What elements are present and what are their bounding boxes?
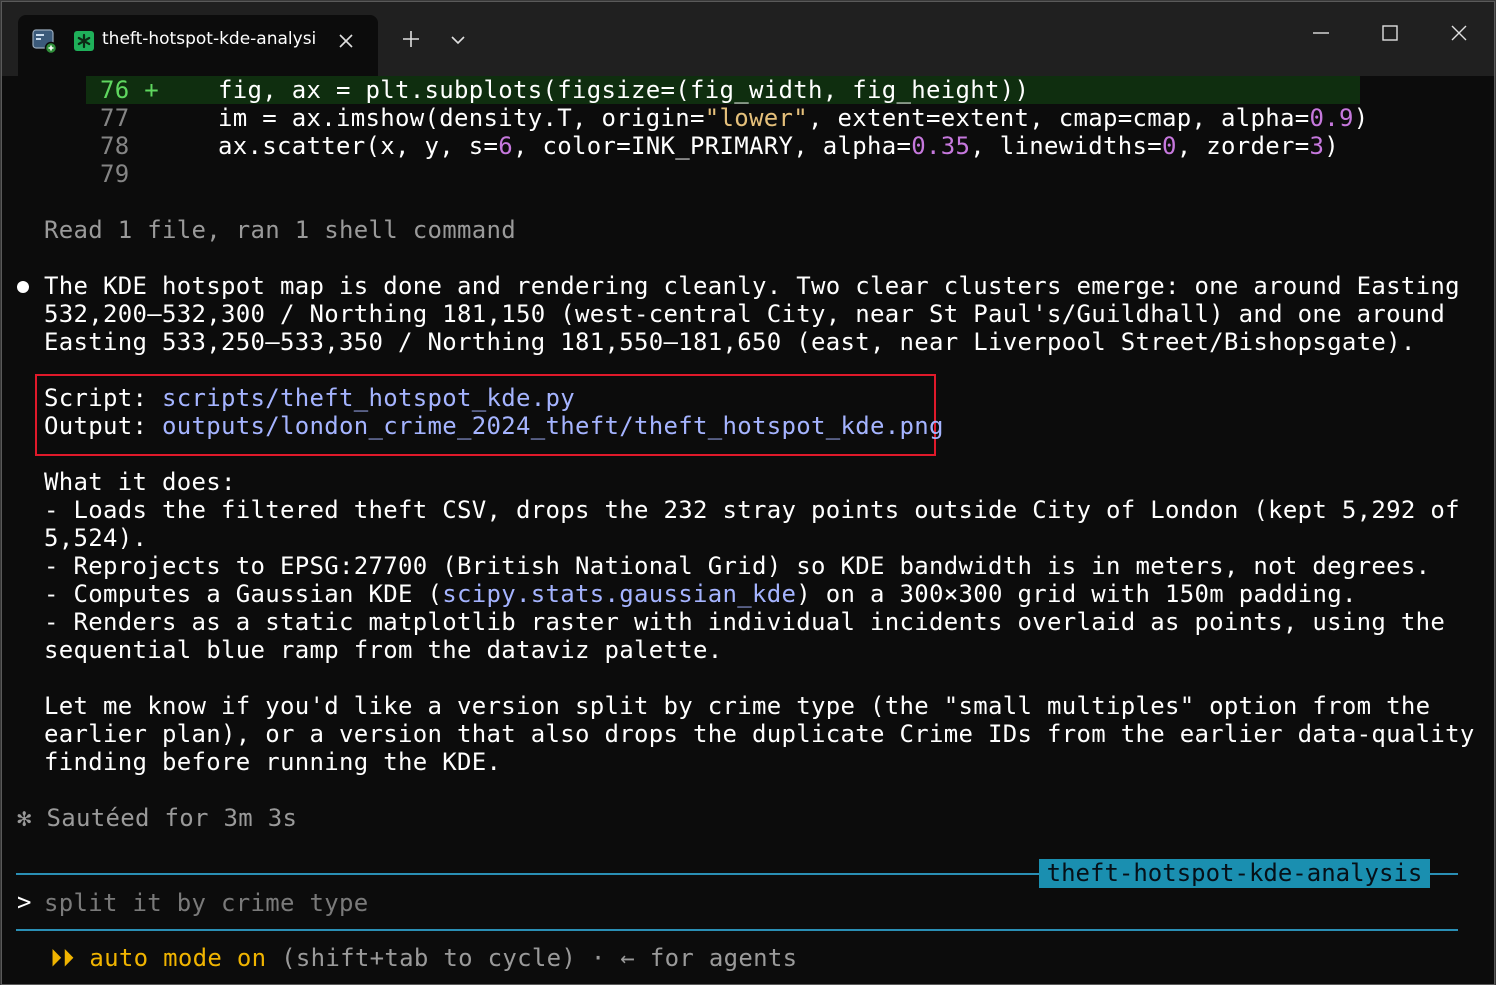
status-text: Sautéed for 3m 3s (46, 804, 298, 832)
terminal-window: theft-hotspot-kde-analysi 76 + fig, ax =… (1, 1, 1495, 985)
mode-hint: (shift+tab to cycle) (281, 944, 577, 972)
divider (1430, 873, 1458, 875)
message-bullet-icon (17, 281, 29, 293)
terminal-app-icon (32, 29, 58, 54)
closing-line: Let me know if you'd like a version spli… (44, 692, 1431, 720)
output-line: Output: outputs/london_crime_2024_theft/… (44, 412, 944, 440)
diff-marker (130, 160, 160, 188)
status-line: ✻ Sautéed for 3m 3s (17, 804, 297, 832)
code-token: 6 (498, 132, 513, 160)
maximize-icon[interactable] (1379, 22, 1401, 44)
code-token: , color=INK_PRIMARY, alpha= (512, 132, 912, 160)
script-label: Script (44, 384, 133, 412)
code-token: , zorder= (1176, 132, 1310, 160)
point-line: 5,524). (44, 524, 148, 552)
point-line: - Computes a Gaussian KDE (scipy.stats.g… (44, 580, 1357, 608)
line-number: 79 (100, 160, 130, 188)
tab-title: theft-hotspot-kde-analysi (102, 29, 317, 49)
asterisk-icon (74, 31, 94, 51)
point-line: - Loads the filtered theft CSV, drops th… (44, 496, 1460, 524)
terminal-tab[interactable]: theft-hotspot-kde-analysi (18, 15, 378, 76)
close-tab-icon[interactable] (336, 31, 356, 51)
inline-code: scipy.stats.gaussian_kde (442, 580, 797, 608)
code-token: 0 (1161, 132, 1177, 160)
diff-line: 77 im = ax.imshow(density.T, origin="low… (100, 104, 1368, 132)
chevron-down-icon[interactable] (446, 28, 470, 52)
code-token: 3 (1309, 132, 1325, 160)
diff-marker: + (129, 76, 159, 104)
point-line: sequential blue ramp from the dataviz pa… (44, 636, 723, 664)
terminal-content: 76 + fig, ax = plt.subplots(figsize=(fig… (2, 76, 1494, 984)
prompt-symbol: > (17, 888, 32, 916)
point-text: - Computes a Gaussian KDE ( (44, 580, 443, 608)
diff-line: 76 + fig, ax = plt.subplots(figsize=(fig… (100, 76, 1029, 104)
message-line: The KDE hotspot map is done and renderin… (44, 272, 1460, 300)
code-token: im = ax.imshow(density.T, origin= (159, 104, 705, 132)
point-text: ) on a 300×300 grid with 150m padding. (796, 580, 1357, 608)
code-token: ) (1324, 132, 1339, 160)
code-token: , extent=extent, cmap=cmap, alpha= (807, 104, 1310, 132)
new-tab-plus-icon[interactable] (399, 27, 423, 51)
code-token: 0.35 (911, 132, 971, 160)
code-token: ax.scatter(x, y, s= (159, 132, 499, 160)
auto-mode-label: auto mode on (89, 944, 267, 972)
point-line: - Renders as a static matplotlib raster … (44, 608, 1446, 636)
footer-separator: · (590, 944, 606, 972)
code-token: ) (1353, 104, 1369, 132)
code-token: fig, ax = plt.subplots(figsize=(fig_widt… (159, 76, 1030, 104)
line-number: 76 (100, 76, 130, 104)
sparkle-icon: ✻ (17, 804, 32, 832)
closing-line: finding before running the KDE. (44, 748, 502, 776)
code-token: "lower" (704, 104, 808, 132)
point-line: - Reprojects to EPSG:27700 (British Nati… (44, 552, 1431, 580)
divider (16, 929, 1458, 931)
script-line: Script: scripts/theft_hotspot_kde.py (44, 384, 575, 412)
tool-summary: Read 1 file, ran 1 shell command (44, 216, 516, 244)
close-window-icon[interactable] (1448, 22, 1470, 44)
title-bar: theft-hotspot-kde-analysi (2, 2, 1494, 76)
script-path-link[interactable]: scripts/theft_hotspot_kde.py (162, 384, 575, 412)
diff-marker (130, 104, 160, 132)
mode-footer[interactable]: ⏵⏵ auto mode on (shift+tab to cycle) · ←… (50, 944, 797, 972)
output-path-link[interactable]: outputs/london_crime_2024_theft/theft_ho… (162, 412, 944, 440)
what-heading: What it does: (44, 468, 236, 496)
divider (16, 873, 1039, 875)
agents-hint: ← for agents (620, 944, 798, 972)
line-number: 77 (100, 104, 130, 132)
code-token: , linewidths= (970, 132, 1162, 160)
diff-line: 79 (100, 160, 159, 188)
message-line: Easting 533,250–533,350 / Northing 181,5… (44, 328, 1416, 356)
closing-line: earlier plan), or a version that also dr… (44, 720, 1475, 748)
message-line: 532,200–532,300 / Northing 181,150 (west… (44, 300, 1446, 328)
output-label: Output (44, 412, 133, 440)
auto-mode-arrows-icon: ⏵⏵ (50, 944, 75, 972)
diff-marker (130, 132, 160, 160)
session-label: theft-hotspot-kde-analysis (1039, 859, 1430, 888)
line-number: 78 (100, 132, 130, 160)
code-token: 0.9 (1309, 104, 1354, 132)
prompt-input[interactable] (44, 888, 1424, 918)
minimize-icon[interactable] (1310, 22, 1332, 44)
diff-line: 78 ax.scatter(x, y, s=6, color=INK_PRIMA… (100, 132, 1339, 160)
